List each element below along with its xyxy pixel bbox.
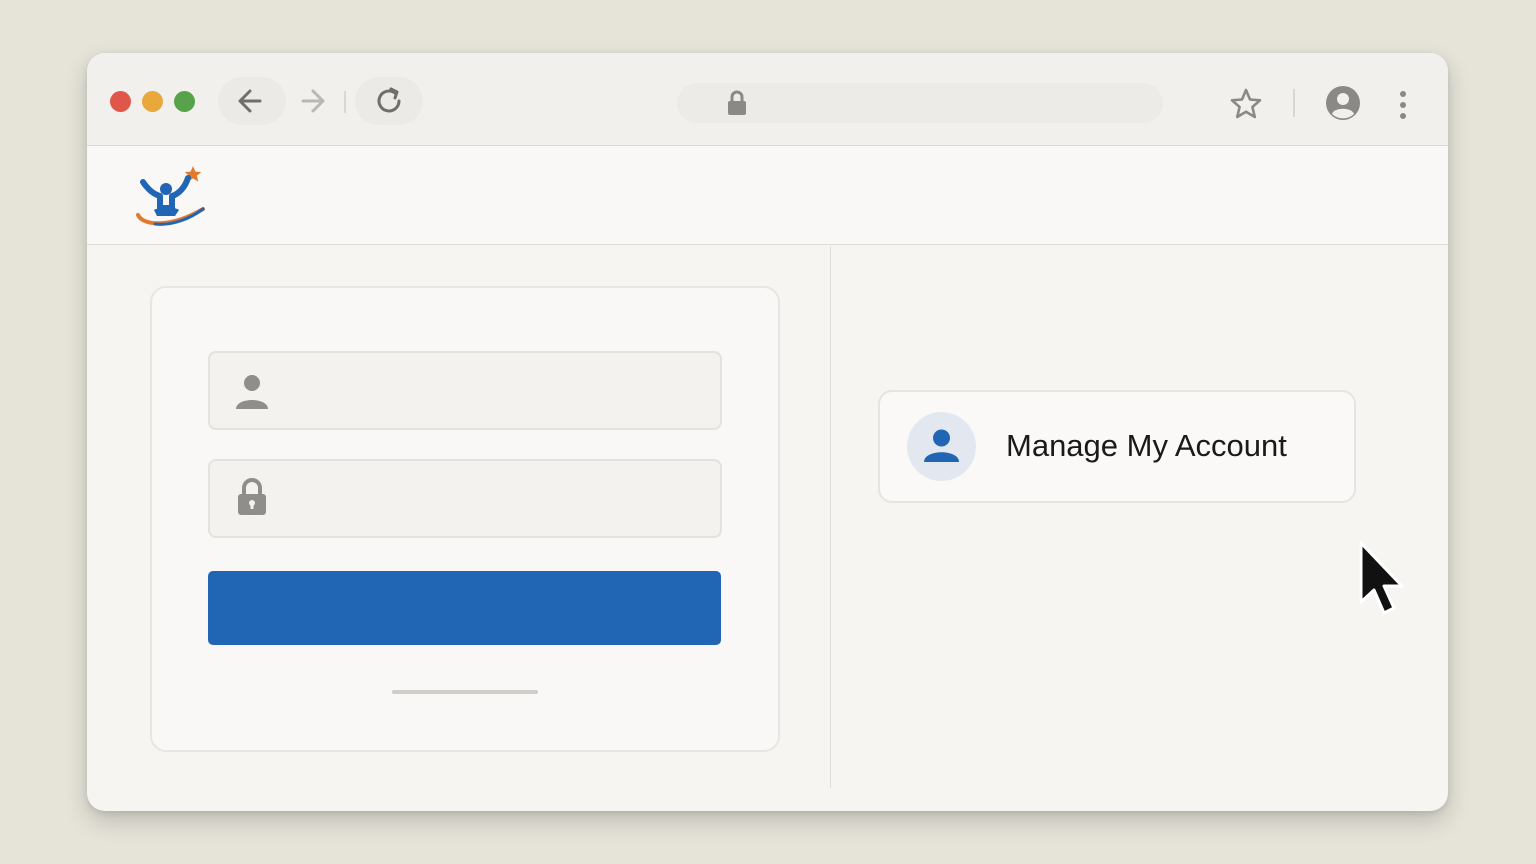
password-input[interactable] bbox=[290, 471, 704, 525]
profile-icon bbox=[1326, 86, 1360, 120]
maximize-window-button[interactable] bbox=[174, 91, 195, 112]
username-field[interactable] bbox=[208, 351, 722, 430]
forgot-password-link[interactable] bbox=[392, 690, 538, 694]
lock-icon bbox=[728, 90, 746, 115]
password-field[interactable] bbox=[208, 459, 722, 538]
arrow-left-icon bbox=[238, 89, 262, 113]
user-icon bbox=[236, 375, 268, 409]
login-submit-button[interactable] bbox=[208, 571, 721, 645]
kebab-menu-icon bbox=[1400, 91, 1406, 119]
toolbar-divider bbox=[344, 91, 346, 113]
manage-account-avatar bbox=[907, 412, 976, 481]
lock-icon bbox=[238, 478, 266, 515]
bookmark-button[interactable] bbox=[1225, 83, 1267, 125]
mouse-cursor-icon bbox=[1359, 541, 1404, 615]
browser-menu-button[interactable] bbox=[1387, 85, 1419, 125]
site-header bbox=[87, 146, 1448, 245]
browser-window: Manage My Account bbox=[87, 53, 1448, 811]
arrow-right-icon bbox=[301, 89, 325, 113]
content-divider bbox=[830, 246, 831, 788]
toolbar-divider-right bbox=[1293, 89, 1295, 117]
reload-icon bbox=[377, 87, 401, 113]
close-window-button[interactable] bbox=[110, 91, 131, 112]
username-input[interactable] bbox=[290, 363, 704, 417]
login-card bbox=[150, 286, 780, 752]
browser-toolbar bbox=[87, 53, 1448, 146]
star-icon bbox=[1230, 88, 1262, 119]
site-logo-icon[interactable] bbox=[133, 158, 213, 238]
reload-button[interactable] bbox=[355, 77, 423, 125]
forward-button[interactable] bbox=[286, 77, 342, 125]
manage-account-button[interactable]: Manage My Account bbox=[878, 390, 1356, 503]
manage-account-label: Manage My Account bbox=[1006, 428, 1287, 463]
user-icon bbox=[924, 429, 959, 462]
minimize-window-button[interactable] bbox=[142, 91, 163, 112]
back-button[interactable] bbox=[218, 77, 286, 125]
profile-button[interactable] bbox=[1323, 83, 1363, 123]
address-bar[interactable] bbox=[677, 83, 1163, 123]
